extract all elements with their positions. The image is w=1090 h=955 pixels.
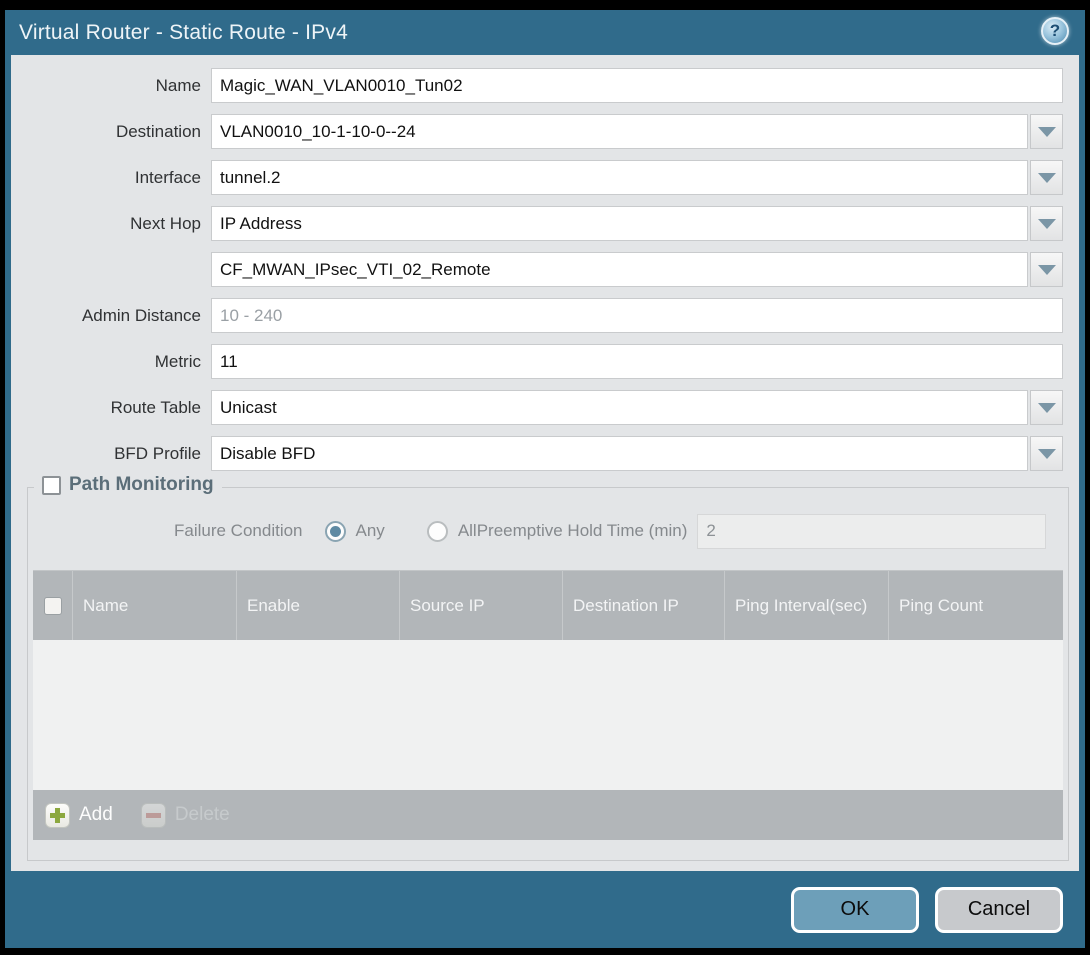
dialog-titlebar: Virtual Router - Static Route - IPv4 ? bbox=[5, 10, 1085, 55]
failure-condition-label: Failure Condition bbox=[174, 521, 303, 541]
failure-condition-any-radio[interactable] bbox=[325, 521, 346, 542]
next-hop-label: Next Hop bbox=[11, 214, 211, 234]
dialog-title: Virtual Router - Static Route - IPv4 bbox=[19, 21, 348, 45]
screenshot-frame: Virtual Router - Static Route - IPv4 ? N… bbox=[0, 0, 1090, 955]
column-header-ping-interval[interactable]: Ping Interval(sec) bbox=[724, 571, 888, 640]
bfd-profile-row: BFD Profile bbox=[11, 436, 1079, 471]
route-table-dropdown-button[interactable] bbox=[1030, 390, 1063, 425]
admin-distance-label: Admin Distance bbox=[11, 306, 211, 326]
bfd-profile-dropdown-button[interactable] bbox=[1030, 436, 1063, 471]
help-icon[interactable]: ? bbox=[1041, 17, 1069, 45]
table-toolbar: Add Delete bbox=[33, 790, 1063, 840]
select-all-cell bbox=[33, 571, 72, 640]
next-hop-row: Next Hop bbox=[11, 206, 1079, 241]
chevron-down-icon bbox=[1038, 265, 1056, 275]
route-table-row: Route Table bbox=[11, 390, 1079, 425]
path-monitoring-legend: Path Monitoring bbox=[34, 474, 222, 496]
path-monitoring-checkbox[interactable] bbox=[42, 476, 61, 495]
add-button[interactable]: Add bbox=[45, 803, 113, 828]
interface-input[interactable] bbox=[211, 160, 1028, 195]
next-hop-address-dropdown-button[interactable] bbox=[1030, 252, 1063, 287]
interface-dropdown-button[interactable] bbox=[1030, 160, 1063, 195]
chevron-down-icon bbox=[1038, 127, 1056, 137]
cancel-button[interactable]: Cancel bbox=[935, 887, 1063, 933]
route-table-label: Route Table bbox=[11, 398, 211, 418]
delete-button[interactable]: Delete bbox=[141, 803, 230, 828]
preemptive-hold-time-label: Preemptive Hold Time (min) bbox=[477, 521, 688, 541]
column-header-destination-ip[interactable]: Destination IP bbox=[562, 571, 724, 640]
destination-label: Destination bbox=[11, 122, 211, 142]
destination-input[interactable] bbox=[211, 114, 1028, 149]
next-hop-type-input[interactable] bbox=[211, 206, 1028, 241]
next-hop-value-row bbox=[11, 252, 1079, 287]
failure-condition-all-radio[interactable] bbox=[427, 521, 448, 542]
minus-icon bbox=[141, 803, 166, 828]
select-all-checkbox[interactable] bbox=[44, 597, 62, 615]
plus-icon bbox=[45, 803, 70, 828]
path-monitoring-table: Name Enable Source IP Destination IP Pin… bbox=[33, 570, 1063, 840]
admin-distance-row: Admin Distance bbox=[11, 298, 1079, 333]
failure-condition-row: Failure Condition Any All Preemptive Hol… bbox=[28, 514, 1068, 548]
path-monitoring-label: Path Monitoring bbox=[69, 474, 214, 496]
name-row: Name bbox=[11, 68, 1079, 103]
table-header-row: Name Enable Source IP Destination IP Pin… bbox=[33, 570, 1063, 640]
add-button-label: Add bbox=[79, 804, 113, 826]
name-input[interactable] bbox=[211, 68, 1063, 103]
interface-label: Interface bbox=[11, 168, 211, 188]
chevron-down-icon bbox=[1038, 173, 1056, 183]
static-route-dialog: Virtual Router - Static Route - IPv4 ? N… bbox=[5, 10, 1085, 948]
admin-distance-input[interactable] bbox=[211, 298, 1063, 333]
delete-button-label: Delete bbox=[175, 804, 230, 826]
path-monitoring-fieldset: Path Monitoring Failure Condition Any Al… bbox=[27, 487, 1069, 861]
metric-input[interactable] bbox=[211, 344, 1063, 379]
bfd-profile-label: BFD Profile bbox=[11, 444, 211, 464]
table-body-empty bbox=[33, 640, 1063, 790]
column-header-name[interactable]: Name bbox=[72, 571, 236, 640]
column-header-enable[interactable]: Enable bbox=[236, 571, 399, 640]
chevron-down-icon bbox=[1038, 219, 1056, 229]
route-table-input[interactable] bbox=[211, 390, 1028, 425]
destination-row: Destination bbox=[11, 114, 1079, 149]
name-label: Name bbox=[11, 76, 211, 96]
next-hop-address-input[interactable] bbox=[211, 252, 1028, 287]
dialog-footer: OK Cancel bbox=[5, 871, 1085, 948]
route-form: Name Destination Interface bbox=[11, 55, 1079, 471]
failure-condition-all-label: All bbox=[458, 521, 477, 541]
metric-label: Metric bbox=[11, 352, 211, 372]
next-hop-type-dropdown-button[interactable] bbox=[1030, 206, 1063, 241]
dialog-content: Name Destination Interface bbox=[11, 55, 1079, 871]
column-header-source-ip[interactable]: Source IP bbox=[399, 571, 562, 640]
failure-condition-any-label: Any bbox=[356, 521, 385, 541]
chevron-down-icon bbox=[1038, 403, 1056, 413]
ok-button[interactable]: OK bbox=[791, 887, 919, 933]
preemptive-hold-time-input[interactable] bbox=[697, 514, 1046, 549]
destination-dropdown-button[interactable] bbox=[1030, 114, 1063, 149]
bfd-profile-input[interactable] bbox=[211, 436, 1028, 471]
chevron-down-icon bbox=[1038, 449, 1056, 459]
column-header-ping-count[interactable]: Ping Count bbox=[888, 571, 1063, 640]
interface-row: Interface bbox=[11, 160, 1079, 195]
metric-row: Metric bbox=[11, 344, 1079, 379]
